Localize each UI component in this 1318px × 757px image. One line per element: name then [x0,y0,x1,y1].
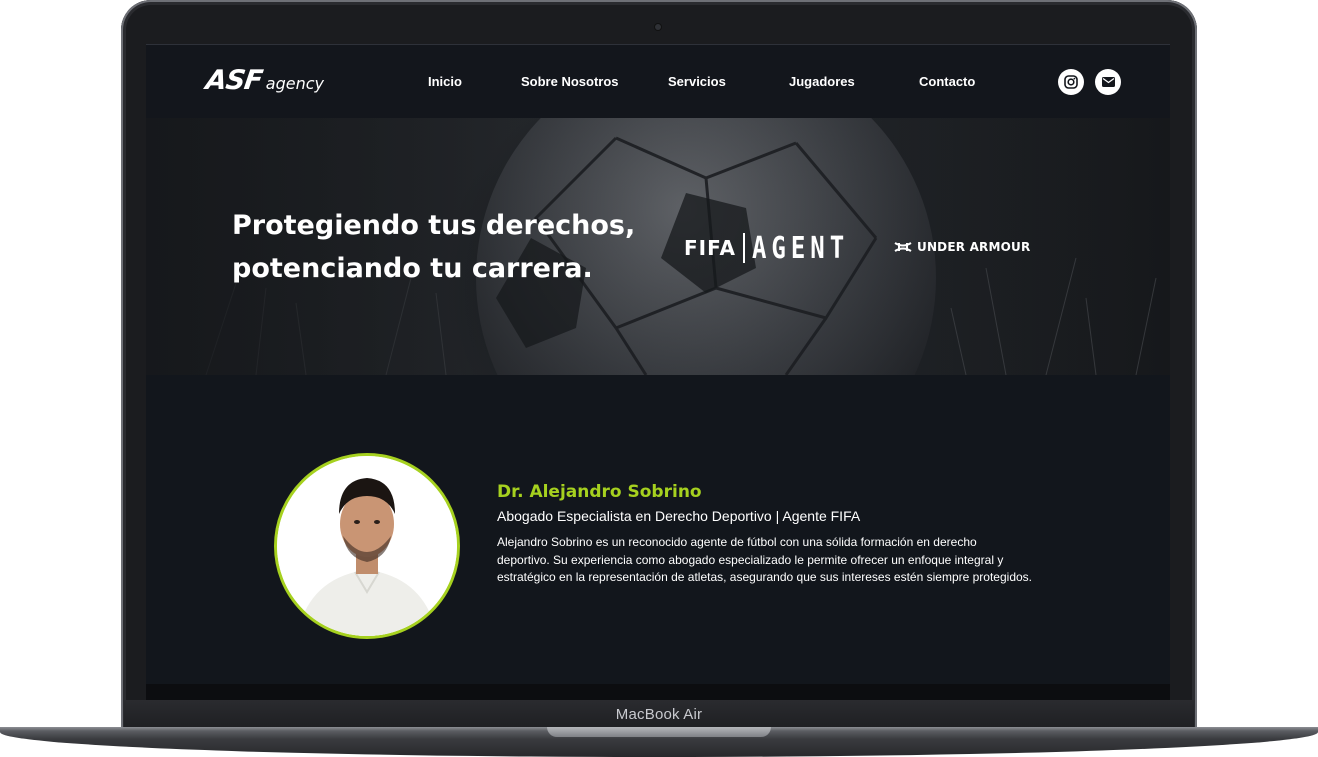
profile-photo [277,456,457,636]
profile-section: Dr. Alejandro Sobrino Abogado Especialis… [146,375,1170,684]
hero-section: Protegiendo tus derechos, potenciando tu… [146,118,1170,375]
profile-bio: Alejandro Sobrino es un reconocido agent… [497,535,1032,584]
instagram-button[interactable] [1058,69,1084,95]
mail-button[interactable] [1095,69,1121,95]
nav-link-jugadores[interactable]: Jugadores [789,74,855,89]
logo-word: agency [265,74,325,93]
fifa-agent-logo: FIFA AGENT [684,230,850,266]
site-header: ASF agency Inicio Sobre Nosotros Servici… [146,44,1170,119]
logo-mark: ASF [203,65,264,96]
nav-link-contacto[interactable]: Contacto [919,74,975,89]
camera [655,24,661,30]
under-armour-icon [894,242,912,252]
under-armour-logo: UNDER ARMOUR [894,240,1030,254]
hero-title: Protegiendo tus derechos, potenciando tu… [232,210,636,284]
nav-link-servicios[interactable]: Servicios [668,74,726,89]
nav-link-sobre-nosotros[interactable]: Sobre Nosotros [521,74,619,89]
mail-icon [1101,77,1115,87]
instagram-icon [1064,75,1078,89]
device-model-label: MacBook Air [615,706,703,723]
nav-link-inicio[interactable]: Inicio [428,74,462,89]
profile-role: Abogado Especialista en Derecho Deportiv… [497,508,861,524]
logo-divider [742,233,745,263]
fifa-logo-text: FIFA [684,236,736,260]
under-armour-text: UNDER ARMOUR [917,240,1031,254]
agent-logo-text: AGENT [751,230,850,266]
profile-name: Dr. Alejandro Sobrino [497,482,702,502]
laptop-opening-notch [547,727,771,737]
profile-avatar [274,453,460,639]
laptop-screen: ASF agency Inicio Sobre Nosotros Servici… [146,44,1170,684]
site-logo[interactable]: ASF agency [203,65,325,96]
